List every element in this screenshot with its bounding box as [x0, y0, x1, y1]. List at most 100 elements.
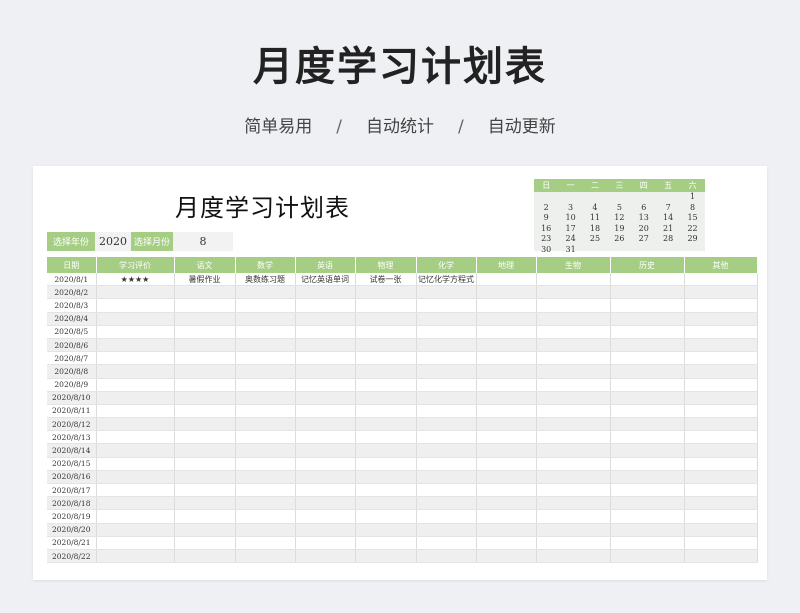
- table-cell[interactable]: [174, 364, 236, 379]
- table-cell[interactable]: [416, 378, 477, 392]
- table-cell[interactable]: [355, 443, 417, 458]
- table-cell[interactable]: [295, 364, 356, 379]
- table-cell[interactable]: [416, 443, 477, 458]
- table-cell[interactable]: [355, 523, 417, 537]
- table-cell[interactable]: [96, 509, 175, 524]
- table-cell[interactable]: [684, 298, 758, 313]
- table-cell[interactable]: [476, 338, 537, 353]
- table-cell[interactable]: [174, 496, 236, 511]
- table-cell[interactable]: [235, 549, 296, 564]
- table-cell[interactable]: [295, 391, 356, 405]
- table-cell[interactable]: [355, 404, 417, 419]
- table-cell[interactable]: [235, 364, 296, 379]
- table-cell[interactable]: [684, 391, 758, 405]
- table-cell[interactable]: [235, 457, 296, 471]
- table-cell[interactable]: [610, 312, 685, 326]
- table-cell[interactable]: [610, 483, 685, 498]
- date-cell[interactable]: 2020/8/11: [47, 404, 97, 419]
- table-cell[interactable]: [684, 430, 758, 445]
- table-cell[interactable]: [476, 351, 537, 366]
- table-cell[interactable]: [355, 457, 417, 471]
- table-cell[interactable]: [416, 496, 477, 511]
- table-cell[interactable]: [416, 312, 477, 326]
- table-cell[interactable]: [355, 312, 417, 326]
- table-cell[interactable]: [174, 285, 236, 300]
- table-cell[interactable]: [476, 483, 537, 498]
- table-cell[interactable]: [174, 325, 236, 339]
- table-cell[interactable]: [476, 378, 537, 392]
- table-cell[interactable]: [416, 391, 477, 405]
- table-cell[interactable]: 记忆英语单词: [295, 273, 356, 287]
- date-cell[interactable]: 2020/8/19: [47, 509, 97, 524]
- table-cell[interactable]: [295, 536, 356, 550]
- table-cell[interactable]: [536, 536, 611, 550]
- table-cell[interactable]: [610, 364, 685, 379]
- table-cell[interactable]: [476, 391, 537, 405]
- table-cell[interactable]: [610, 285, 685, 300]
- table-cell[interactable]: [355, 378, 417, 392]
- table-cell[interactable]: [174, 338, 236, 353]
- table-cell[interactable]: [174, 457, 236, 471]
- table-cell[interactable]: [355, 298, 417, 313]
- table-cell[interactable]: [295, 430, 356, 445]
- month-selector[interactable]: 选择月份 8: [131, 232, 233, 251]
- table-cell[interactable]: [295, 523, 356, 537]
- table-cell[interactable]: [684, 496, 758, 511]
- date-cell[interactable]: 2020/8/17: [47, 483, 97, 498]
- date-cell[interactable]: 2020/8/16: [47, 470, 97, 485]
- table-cell[interactable]: [416, 285, 477, 300]
- date-cell[interactable]: 2020/8/1: [47, 273, 97, 287]
- date-cell[interactable]: 2020/8/9: [47, 378, 97, 392]
- table-cell[interactable]: [235, 312, 296, 326]
- table-cell[interactable]: [235, 417, 296, 432]
- table-cell[interactable]: [355, 391, 417, 405]
- table-cell[interactable]: [610, 549, 685, 564]
- table-cell[interactable]: [610, 457, 685, 471]
- table-cell[interactable]: [416, 430, 477, 445]
- date-cell[interactable]: 2020/8/20: [47, 523, 97, 537]
- table-cell[interactable]: [610, 338, 685, 353]
- table-cell[interactable]: [684, 285, 758, 300]
- table-cell[interactable]: [295, 338, 356, 353]
- table-cell[interactable]: [96, 470, 175, 485]
- table-cell[interactable]: [174, 378, 236, 392]
- table-cell[interactable]: [96, 417, 175, 432]
- table-cell[interactable]: [295, 325, 356, 339]
- table-cell[interactable]: [96, 549, 175, 564]
- table-cell[interactable]: [416, 325, 477, 339]
- table-cell[interactable]: [476, 417, 537, 432]
- table-cell[interactable]: [610, 404, 685, 419]
- table-cell[interactable]: [536, 496, 611, 511]
- table-cell[interactable]: [416, 549, 477, 564]
- table-cell[interactable]: [295, 457, 356, 471]
- date-cell[interactable]: 2020/8/21: [47, 536, 97, 550]
- table-cell[interactable]: [295, 549, 356, 564]
- table-cell[interactable]: [295, 483, 356, 498]
- table-cell[interactable]: [610, 298, 685, 313]
- table-cell[interactable]: [235, 430, 296, 445]
- table-cell[interactable]: [235, 325, 296, 339]
- table-cell[interactable]: [536, 325, 611, 339]
- table-cell[interactable]: [610, 496, 685, 511]
- table-cell[interactable]: [355, 351, 417, 366]
- table-cell[interactable]: [610, 378, 685, 392]
- table-cell[interactable]: [235, 509, 296, 524]
- date-cell[interactable]: 2020/8/6: [47, 338, 97, 353]
- table-cell[interactable]: [174, 417, 236, 432]
- table-cell[interactable]: [684, 338, 758, 353]
- table-cell[interactable]: [684, 443, 758, 458]
- table-cell[interactable]: [174, 298, 236, 313]
- table-cell[interactable]: [235, 338, 296, 353]
- table-cell[interactable]: [235, 404, 296, 419]
- table-cell[interactable]: [295, 312, 356, 326]
- table-cell[interactable]: [476, 549, 537, 564]
- table-cell[interactable]: [96, 338, 175, 353]
- table-cell[interactable]: [684, 536, 758, 550]
- table-cell[interactable]: [235, 483, 296, 498]
- table-cell[interactable]: [295, 417, 356, 432]
- table-cell[interactable]: [536, 312, 611, 326]
- table-cell[interactable]: [96, 285, 175, 300]
- table-cell[interactable]: [174, 312, 236, 326]
- table-cell[interactable]: [96, 496, 175, 511]
- year-selector[interactable]: 选择年份 2020: [47, 232, 131, 251]
